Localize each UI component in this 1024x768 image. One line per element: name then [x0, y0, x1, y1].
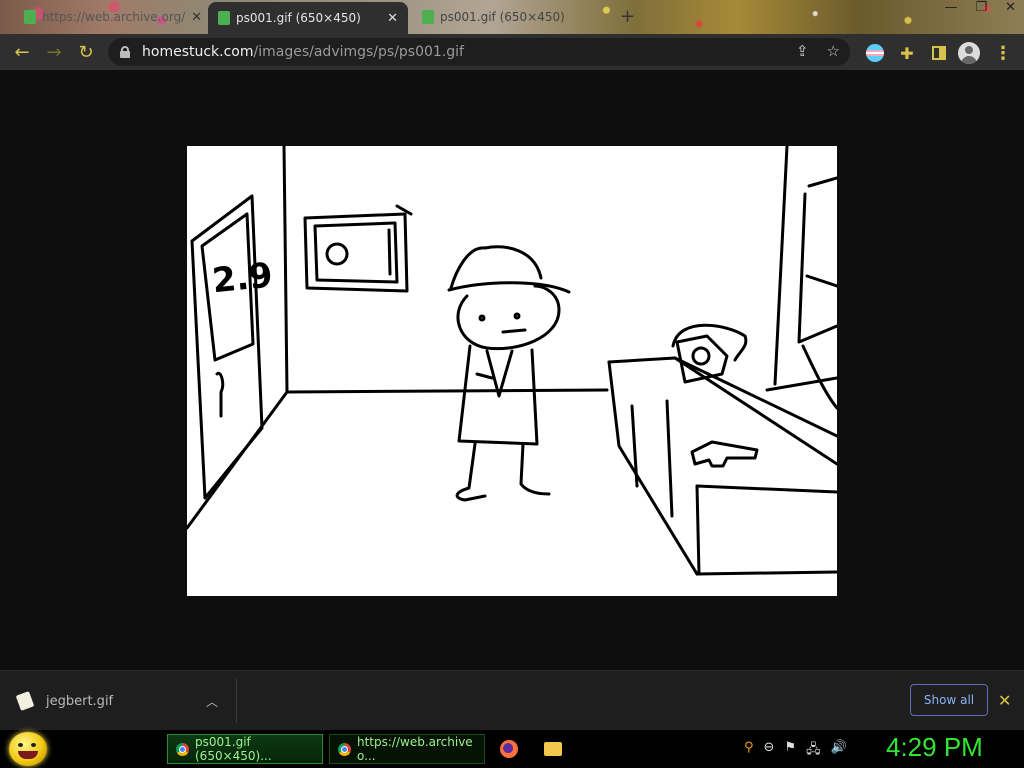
back-arrow-icon[interactable]: ←	[6, 36, 38, 68]
system-tray: ⚲ ⊖ ⚑ 🖧 🔊	[744, 740, 847, 762]
restore-icon[interactable]: ❐	[975, 0, 987, 15]
chevron-up-icon[interactable]: ︿	[206, 693, 218, 710]
lock-icon[interactable]	[120, 46, 130, 58]
page-viewport: 2.9	[0, 70, 1024, 670]
file-icon	[15, 691, 35, 711]
tab-ps001[interactable]: ps001.gif (650×450)	[412, 2, 612, 32]
tab-close-icon[interactable]: ✕	[191, 10, 202, 25]
start-button-smiley-icon[interactable]	[9, 732, 47, 766]
network-icon[interactable]: 🖧	[806, 740, 821, 762]
displayed-gif-image: 2.9	[187, 146, 837, 596]
volume-icon[interactable]: 🔊	[831, 740, 847, 762]
os-taskbar: ps001.gif (650×450)... https://web.archi…	[0, 730, 1024, 768]
extensions-puzzle-icon[interactable]: ✚	[896, 42, 918, 64]
new-tab-icon[interactable]: +	[620, 6, 635, 27]
taskbar-clock[interactable]: 4:29 PM	[886, 732, 983, 763]
close-window-icon[interactable]: ✕	[1005, 0, 1016, 15]
close-download-bar-icon[interactable]: ✕	[998, 691, 1011, 710]
profile-avatar-icon[interactable]	[958, 42, 980, 64]
taskbar-task-label: https://web.archive o...	[357, 735, 473, 763]
bookmark-star-icon[interactable]: ☆	[827, 42, 840, 60]
door-sign-text: 2.9	[210, 255, 274, 301]
minimize-icon[interactable]: —	[944, 0, 957, 15]
tab-title: ps001.gif (650×450)	[236, 11, 361, 25]
chrome-icon	[176, 742, 189, 756]
tab-ps001-active[interactable]: ps001.gif (650×450) ✕	[208, 2, 408, 34]
tab-strip: https://web.archive.org/ ✕ ps001.gif (65…	[0, 0, 1024, 34]
flag-icon[interactable]: ⚑	[784, 740, 796, 762]
url-text[interactable]: homestuck.com/images/advimgs/ps/ps001.gi…	[142, 44, 464, 60]
address-bar[interactable]: homestuck.com/images/advimgs/ps/ps001.gi…	[108, 38, 850, 66]
taskbar-task-label: ps001.gif (650×450)...	[195, 735, 272, 763]
tab-favicon-icon	[422, 10, 434, 24]
tab-title: https://web.archive.org/	[42, 10, 186, 24]
tab-favicon-icon	[24, 10, 36, 24]
download-divider	[236, 679, 237, 723]
share-icon[interactable]: ⇪	[796, 42, 809, 60]
taskbar-task-chrome-ps001[interactable]: ps001.gif (650×450)...	[167, 734, 323, 764]
folder-icon[interactable]	[544, 742, 562, 756]
tab-title: ps001.gif (650×450)	[440, 10, 565, 24]
show-all-button[interactable]: Show all	[910, 684, 988, 716]
download-file-name: jegbert.gif	[46, 693, 114, 709]
window-controls: — ❐ ✕	[944, 0, 1016, 15]
search-icon[interactable]: ⚲	[744, 740, 754, 762]
tab-close-icon[interactable]: ✕	[387, 11, 398, 26]
tab-web-archive[interactable]: https://web.archive.org/ ✕	[14, 2, 210, 32]
download-item[interactable]: jegbert.gif ︿	[15, 685, 234, 717]
firefox-icon[interactable]	[500, 740, 518, 758]
forward-arrow-icon[interactable]: →	[38, 36, 70, 68]
reload-icon[interactable]: ↻	[70, 36, 102, 68]
menu-dots-icon[interactable]: ⋮	[992, 42, 1014, 64]
office-scene-illustration: 2.9	[187, 146, 837, 576]
address-bar-actions: ⇪ ☆	[796, 42, 840, 60]
taskbar-task-chrome-archive[interactable]: https://web.archive o...	[329, 734, 485, 764]
minus-circle-icon[interactable]: ⊖	[764, 740, 775, 762]
chrome-icon	[338, 742, 351, 756]
extension-flag-icon[interactable]	[864, 42, 886, 64]
download-bar: jegbert.gif ︿ Show all ✕	[0, 670, 1024, 730]
tab-favicon-icon	[218, 11, 230, 25]
side-panel-icon[interactable]	[928, 42, 950, 64]
browser-window: https://web.archive.org/ ✕ ps001.gif (65…	[0, 0, 1024, 768]
